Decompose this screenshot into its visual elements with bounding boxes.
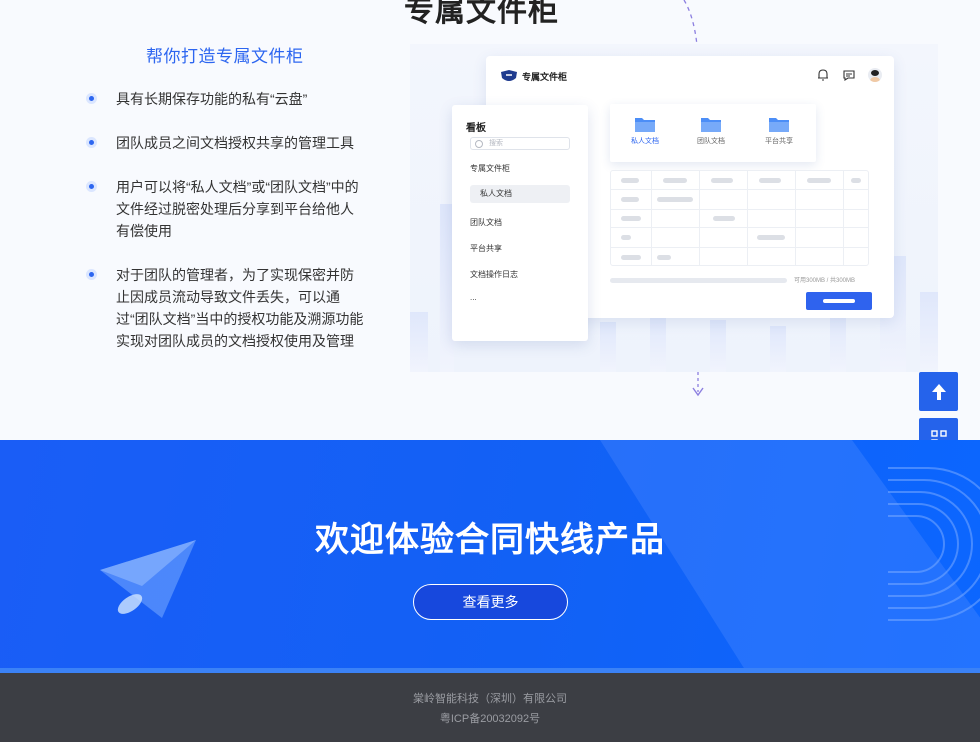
- search-icon: [475, 140, 483, 148]
- shield-logo-icon: [501, 70, 517, 81]
- folder-icon: [635, 118, 655, 132]
- bullet-text: 具有长期保存功能的私有“云盘”: [116, 91, 308, 107]
- feature-subtitle: 帮你打造专属文件柜: [146, 47, 304, 66]
- mock-confirm-button: [806, 292, 872, 310]
- bullet-dot-icon: [86, 137, 97, 148]
- message-icon: [843, 70, 855, 82]
- bg-bar: [770, 326, 786, 372]
- search-placeholder: 搜索: [489, 140, 503, 147]
- bg-bar: [410, 312, 428, 372]
- bg-bar: [830, 312, 846, 372]
- quota-text: 可用300MB / 共300MB: [794, 278, 856, 284]
- bullet-dot-icon: [86, 269, 97, 280]
- section-heading: 专属文件柜: [404, 0, 559, 28]
- folder-team: 团队文档: [686, 116, 736, 146]
- sidebar-heading: 看板: [466, 123, 486, 134]
- folder-icon: [769, 118, 789, 132]
- folder-private: 私人文档: [620, 116, 670, 146]
- bullet-text: 对于团队的管理者，为了实现保密并防止因成员流动导致文件丢失，可以通过“团队文档”…: [116, 267, 364, 349]
- feature-bullet: 用户可以将“私人文档”或“团队文档”中的文件经过脱密处理后分享到平台给他人有偿使…: [86, 176, 366, 242]
- mock-window-title: 专属文件柜: [522, 72, 568, 82]
- folder-label: 团队文档: [697, 138, 725, 145]
- feature-section: 专属文件柜 帮你打造专属文件柜 具有长期保存功能的私有“云盘” 团队成员之间文档…: [0, 0, 980, 440]
- feature-bullet-list: 具有长期保存功能的私有“云盘” 团队成员之间文档授权共享的管理工具 用户可以将“…: [86, 88, 366, 374]
- bullet-text: 团队成员之间文档授权共享的管理工具: [116, 135, 354, 151]
- mock-sidebar-panel: 看板 搜索 专属文件柜 私人文档 团队文档 平台共享 文档操作日志 ...: [452, 105, 588, 341]
- arrow-up-icon: [931, 383, 946, 400]
- bullet-dot-icon: [86, 93, 97, 104]
- sidebar-item-more: ...: [470, 293, 477, 302]
- avatar-icon: [868, 68, 882, 82]
- view-more-button[interactable]: 查看更多: [413, 584, 568, 620]
- site-footer: 棠岭智能科技（深圳）有限公司 粤ICP备20032092号: [0, 673, 980, 742]
- bell-icon: [818, 69, 828, 81]
- sidebar-item-team: 团队文档: [470, 218, 502, 227]
- bg-bar: [710, 320, 726, 372]
- folder-label: 私人文档: [631, 138, 659, 145]
- feature-bullet: 对于团队的管理者，为了实现保密并防止因成员流动导致文件丢失，可以通过“团队文档”…: [86, 264, 366, 352]
- sidebar-item-cabinet: 专属文件柜: [470, 164, 510, 173]
- mock-file-table: [610, 170, 869, 266]
- cta-banner: 欢迎体验合同快线产品 查看更多: [0, 440, 980, 673]
- footer-company: 棠岭智能科技（深圳）有限公司: [413, 693, 567, 705]
- bg-bar: [920, 292, 938, 372]
- back-to-top-button[interactable]: [919, 372, 958, 411]
- cta-title: 欢迎体验合同快线产品: [315, 521, 665, 559]
- bullet-dot-icon: [86, 181, 97, 192]
- folder-card: 私人文档 团队文档 平台共享: [610, 104, 816, 162]
- arrow-down-icon: [692, 372, 704, 397]
- feature-bullet: 团队成员之间文档授权共享的管理工具: [86, 132, 366, 154]
- bg-bar: [650, 316, 666, 372]
- product-illustration: 专属文件柜 私人文档 团队文档 平台共享 可用300MB / 共300MB 看板…: [410, 44, 938, 372]
- bg-bar: [600, 322, 616, 372]
- mock-window-toolbar: [816, 68, 882, 82]
- folder-icon: [701, 118, 721, 132]
- footer-icp-link[interactable]: 粤ICP备20032092号: [0, 710, 980, 726]
- folder-label: 平台共享: [765, 138, 793, 145]
- sidebar-item-platform: 平台共享: [470, 244, 502, 253]
- mock-search-input: 搜索: [470, 137, 570, 150]
- feature-bullet: 具有长期保存功能的私有“云盘”: [86, 88, 366, 110]
- quota-progress-bar: [610, 278, 787, 283]
- sidebar-item-log: 文档操作日志: [470, 270, 518, 279]
- sidebar-item-private: 私人文档: [470, 185, 570, 203]
- folder-platform: 平台共享: [754, 116, 804, 146]
- bullet-text: 用户可以将“私人文档”或“团队文档”中的文件经过脱密处理后分享到平台给他人有偿使…: [116, 179, 359, 239]
